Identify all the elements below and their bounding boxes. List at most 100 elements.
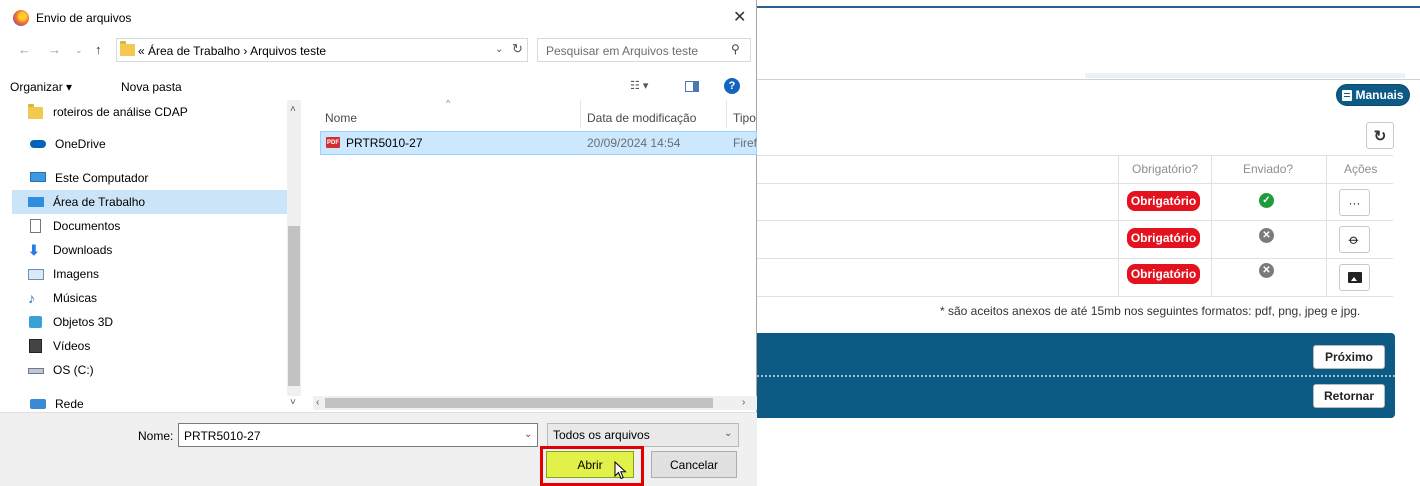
refresh-icon: ↻ <box>1373 127 1387 145</box>
cube-icon <box>28 315 44 329</box>
filename-value: PRTR5010-27 <box>184 429 261 443</box>
column-header-name[interactable]: Nome <box>325 111 357 125</box>
pictures-icon <box>28 267 44 281</box>
filename-label: Nome: <box>138 429 174 443</box>
back-arrow-icon[interactable]: ← <box>18 42 31 57</box>
table-top-border <box>757 155 1393 156</box>
cloud-icon <box>30 137 46 151</box>
nav-scrollbar-thumb[interactable] <box>288 226 300 386</box>
search-placeholder: Pesquisar em Arquivos teste <box>546 44 699 58</box>
header-obrigatorio: Obrigatório? <box>1132 162 1199 176</box>
mouse-pointer-icon <box>614 461 627 480</box>
book-icon <box>1342 89 1353 101</box>
required-badge: Obrigatório <box>1127 228 1200 248</box>
chevron-down-icon[interactable]: ⌄ <box>524 429 532 440</box>
column-separator[interactable] <box>726 100 727 128</box>
address-path: « Área de Trabalho › Arquivos teste <box>138 44 327 58</box>
nav-label: Downloads <box>53 243 113 257</box>
drive-icon <box>28 363 44 377</box>
forward-arrow-icon[interactable]: → <box>48 42 61 57</box>
page-header-divider <box>757 79 1420 80</box>
nav-label: Objetos 3D <box>53 315 114 329</box>
page-top-border <box>757 6 1420 8</box>
next-button[interactable]: Próximo <box>1313 345 1385 369</box>
close-icon[interactable]: ✕ <box>733 7 746 27</box>
column-header-modified[interactable]: Data de modificação <box>587 111 696 125</box>
files-hscrollbar[interactable] <box>313 396 757 410</box>
refresh-button[interactable]: ↻ <box>1366 122 1394 149</box>
chevron-down-icon[interactable]: ⌄ <box>724 428 732 439</box>
check-icon: ✓ <box>1259 193 1274 208</box>
attach-button[interactable]: ⌀ <box>1339 226 1370 253</box>
scroll-right-icon[interactable]: › <box>742 397 745 408</box>
sort-up-icon: ^ <box>446 98 451 108</box>
nav-label: Área de Trabalho <box>53 195 146 209</box>
nav-label: Rede <box>55 397 84 411</box>
scroll-down-icon[interactable]: ˅ <box>290 397 296 408</box>
nav-item-roteiros[interactable]: roteiros de análise CDAP <box>12 100 287 124</box>
column-header-type[interactable]: Tipo <box>733 111 756 125</box>
x-icon: ✕ <box>1259 263 1274 278</box>
cancel-button[interactable]: Cancelar <box>651 451 737 478</box>
network-icon <box>30 397 46 411</box>
table-row-border <box>757 220 1393 221</box>
column-separator[interactable] <box>580 100 581 128</box>
scroll-left-icon[interactable]: ‹ <box>316 397 319 408</box>
nav-item-este-computador[interactable]: Este Computador <box>0 166 275 190</box>
new-folder-button[interactable]: Nova pasta <box>121 80 182 94</box>
folder-icon <box>28 104 44 119</box>
nav-label: Músicas <box>53 291 98 305</box>
nav-item-videos[interactable]: Vídeos <box>12 334 287 358</box>
desktop-icon <box>28 195 44 209</box>
file-type: Firef <box>733 136 757 150</box>
x-icon: ✕ <box>1259 228 1274 243</box>
file-modified: 20/09/2024 14:54 <box>587 136 681 150</box>
row-details-button[interactable]: ··· <box>1339 189 1370 216</box>
nav-item-objetos-3d[interactable]: Objetos 3D <box>12 310 287 334</box>
view-options-icon[interactable]: ☷ ▾ <box>630 79 648 92</box>
recent-chevron-icon[interactable]: ⌄ <box>75 45 83 56</box>
page-header-strip <box>1085 73 1405 78</box>
video-icon <box>28 339 44 353</box>
up-arrow-icon[interactable]: ↑ <box>95 42 102 57</box>
chevron-down-icon[interactable]: ⌄ <box>495 44 503 55</box>
pdf-icon: PDF <box>326 137 340 148</box>
scroll-up-icon[interactable]: ˄ <box>290 104 296 115</box>
nav-scrollbar[interactable]: ˄ <box>287 100 301 396</box>
document-icon <box>28 219 44 233</box>
image-button[interactable] <box>1339 264 1370 291</box>
dotted-separator <box>757 375 1395 377</box>
nav-item-documentos[interactable]: Documentos <box>12 214 287 238</box>
header-acoes: Ações <box>1344 162 1378 176</box>
nav-label: Vídeos <box>53 339 91 353</box>
image-icon <box>1347 272 1362 283</box>
manuais-label: Manuais <box>1355 88 1404 102</box>
nav-label: Este Computador <box>55 171 149 185</box>
table-col-sep <box>1118 155 1119 296</box>
folder-icon <box>120 41 135 56</box>
help-icon[interactable]: ? <box>724 78 740 94</box>
nav-item-imagens[interactable]: Imagens <box>12 262 287 286</box>
nav-item-area-de-trabalho[interactable]: Área de Trabalho <box>12 190 287 214</box>
preview-pane-icon[interactable] <box>685 81 699 92</box>
search-icon: ⚲ <box>731 42 740 56</box>
table-header-border <box>757 183 1393 184</box>
table-col-sep <box>1326 155 1327 296</box>
nav-label: Imagens <box>53 267 100 281</box>
refresh-icon[interactable]: ↻ <box>512 41 523 57</box>
nav-label: OS (C:) <box>53 363 94 377</box>
paperclip-icon: ⌀ <box>1346 230 1364 248</box>
nav-item-musicas[interactable]: ♪ Músicas <box>12 286 287 310</box>
download-icon: ⬇ <box>28 242 40 258</box>
table-row-border <box>757 296 1393 297</box>
manuais-button[interactable]: Manuais <box>1336 84 1410 106</box>
file-name: PRTR5010-27 <box>346 136 423 150</box>
nav-item-downloads[interactable]: ⬇ Downloads <box>12 238 287 262</box>
nav-item-os-c[interactable]: OS (C:) <box>12 358 287 382</box>
required-badge: Obrigatório <box>1127 264 1200 284</box>
music-icon: ♪ <box>28 290 35 306</box>
organize-menu[interactable]: Organizar ▾ <box>10 80 72 94</box>
nav-item-onedrive[interactable]: OneDrive <box>0 132 275 156</box>
files-hscrollbar-thumb[interactable] <box>325 398 713 408</box>
back-button[interactable]: Retornar <box>1313 384 1385 408</box>
